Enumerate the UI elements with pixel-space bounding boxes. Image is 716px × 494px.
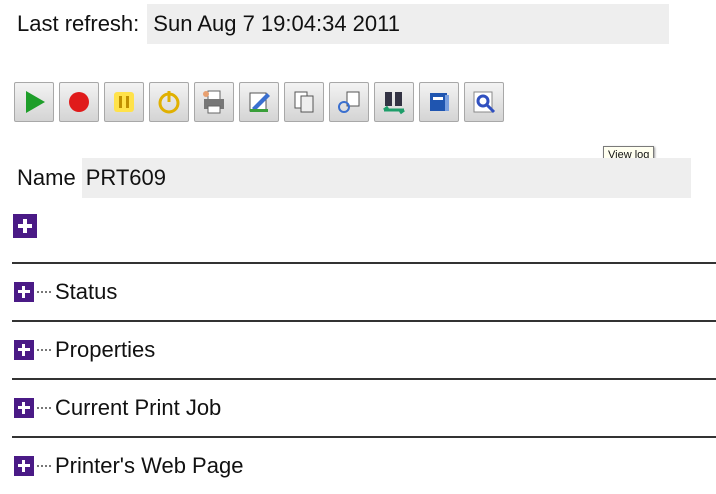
play-icon [26,91,45,113]
section-label: Printer's Web Page [55,453,244,478]
power-button[interactable] [149,82,189,122]
view-log-icon [473,91,496,114]
tree-dots [37,291,51,293]
print-button[interactable] [194,82,234,122]
tree-dots [37,407,51,409]
start-button[interactable] [14,82,54,122]
edit-properties-button[interactable] [239,82,279,122]
manual-button[interactable] [419,82,459,122]
view-log-button[interactable] [464,82,504,122]
connect-button[interactable] [329,82,369,122]
copy-icon [294,91,314,113]
last-refresh-row: Last refresh: Sun Aug 7 19:04:34 2011 [17,4,670,44]
expand-all-icon[interactable] [13,214,37,238]
record-stop-icon [69,92,89,112]
tree-dots [37,349,51,351]
section-status[interactable]: Status [12,262,716,320]
expand-plus-icon[interactable] [14,340,34,360]
copy-button[interactable] [284,82,324,122]
connect-icon [338,91,360,113]
power-icon [158,91,180,114]
book-icon [430,93,449,111]
transfer-button[interactable] [374,82,414,122]
name-row: Name PRT609 [17,158,691,198]
expand-plus-icon[interactable] [14,282,34,302]
transfer-icon [383,92,405,115]
last-refresh-value: Sun Aug 7 19:04:34 2011 [147,4,670,44]
name-label: Name [17,165,76,190]
sections-list: Status Properties Current Print Job Prin… [12,262,716,494]
expand-plus-icon[interactable] [14,398,34,418]
section-label: Properties [55,337,156,362]
tree-dots [37,465,51,467]
stop-button[interactable] [59,82,99,122]
section-printers-web-page[interactable]: Printer's Web Page [12,436,716,494]
pause-icon [114,92,134,112]
name-value: PRT609 [81,158,691,198]
expand-plus-icon[interactable] [14,456,34,476]
printer-icon [203,90,224,114]
section-current-print-job[interactable]: Current Print Job [12,378,716,436]
toolbar [14,82,509,122]
pause-button[interactable] [104,82,144,122]
section-label: Status [55,279,118,304]
edit-properties-icon [249,92,270,112]
last-refresh-label: Last refresh: [17,11,140,36]
section-label: Current Print Job [55,395,222,420]
section-properties[interactable]: Properties [12,320,716,378]
